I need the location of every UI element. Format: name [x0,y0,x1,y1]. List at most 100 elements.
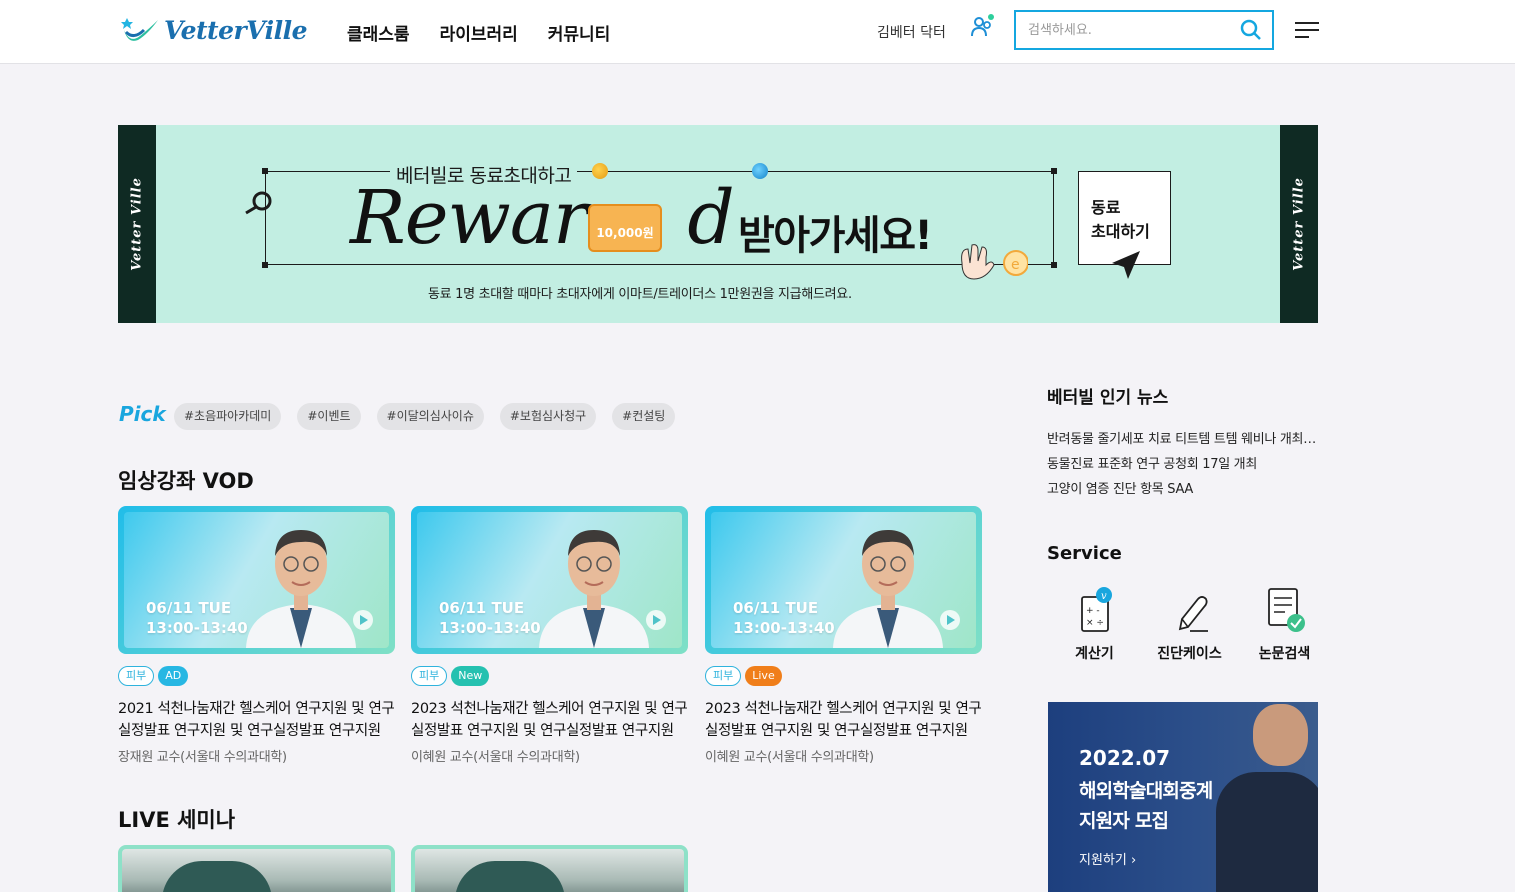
service-calculator[interactable]: + - × ÷ v 계산기 [1047,585,1142,663]
hand-icon: e [961,244,1028,280]
pick-label: Pick [119,402,166,426]
service-diagnosis-case[interactable]: 진단케이스 [1142,585,1237,663]
nav-classroom[interactable]: 클래스룸 [347,20,410,45]
user-name[interactable]: 김베터 닥터 [877,22,946,42]
reward-right: d [687,175,734,261]
vod-date-time: 13:00-13:40 [439,619,541,637]
invite-line-2: 초대하기 [1091,222,1150,241]
search-input[interactable] [1028,20,1228,40]
top-header: VetterVille 클래스룸 라이브러리 커뮤니티 김베터 닥터 [0,0,1515,64]
vod-section-title: 임상강좌 VOD [118,469,254,493]
vod-title[interactable]: 2021 석천나눔재간 헬스케어 연구지원 및 연구실정발표 연구지원 및 연구… [118,698,395,742]
pencil-icon [1178,596,1208,632]
promo-person-suit [1216,772,1318,892]
popular-news-list: 반려동물 줄기세포 치료 티트템 트템 웨비나 개최 안내 동물진료 표준화 연… [1047,430,1319,505]
users-icon[interactable] [970,14,996,40]
service-shortcuts: + - × ÷ v 계산기 진단케이스 논문검색 [1047,585,1332,663]
service-paper-search[interactable]: 논문검색 [1237,585,1332,663]
popular-news-title: 베터빌 인기 뉴스 [1047,388,1169,408]
logo[interactable]: VetterVille [120,12,308,48]
search-box [1014,10,1274,50]
news-item[interactable]: 고양이 염증 진단 항목 SAA [1047,480,1319,505]
logo-text: VetterVille [164,15,308,45]
tag-chip[interactable]: #보험심사청구 [499,403,597,430]
invite-line-1: 동료 [1091,198,1121,217]
pick-tags: #초음파아카데미 #이벤트 #이달의심사이슈 #보험심사청구 #컨설팅 [174,403,676,430]
banner-right-strip: Vetter Ville [1280,125,1318,323]
promo-year: 2022.07 [1079,746,1171,770]
vod-thumbnail[interactable]: 06/11 TUE 13:00-13:40 [118,506,395,654]
banner-reward-word: Rewar d [350,175,735,261]
svg-text:+ -: + - [1086,606,1100,616]
svg-text:v: v [1101,591,1107,602]
vod-date-time: 13:00-13:40 [146,619,248,637]
vod-date-day: 06/11 TUE [439,599,525,617]
vod-author: 이혜원 교수(서울대 수의과대학) [411,750,580,765]
vod-date-day: 06/11 TUE [146,599,232,617]
main-nav: 클래스룸 라이브러리 커뮤니티 [347,20,610,45]
nav-community[interactable]: 커뮤니티 [548,20,611,45]
calculator-icon: + - × ÷ v [1080,587,1112,632]
nav-library[interactable]: 라이브러리 [440,20,518,45]
news-item[interactable]: 반려동물 줄기세포 치료 티트템 트템 웨비나 개최 안내 [1047,430,1319,455]
document-check-icon [1267,588,1305,632]
invite-reward-banner[interactable]: Vetter Ville Vetter Ville 베터빌로 동료초대하고 Re… [118,125,1318,323]
vod-thumbnail[interactable]: 06/11 TUE 13:00-13:40 [705,506,982,654]
category-badge: 피부 [411,666,448,686]
promo-apply-link[interactable]: 지원하기 › [1079,849,1136,868]
reward-left: Rewar [350,175,588,261]
magnifier-icon [245,191,272,215]
doctor-portrait [539,530,649,648]
category-badge: 피부 [705,666,742,686]
doctor-portrait [246,530,356,648]
voucher-amount: 10,000원 [596,226,654,240]
svg-text:e: e [1011,257,1020,273]
promo-line-2: 지원자 모집 [1079,810,1169,832]
vod-title[interactable]: 2023 석천나눔재간 헬스케어 연구지원 및 연구실정발표 연구지원 및 연구… [705,698,982,742]
live-section-title: LIVE 세미나 [118,808,236,832]
banner-big-text: 받아가세요! [738,213,933,259]
vod-date: 06/11 TUE 13:00-13:40 [439,598,541,638]
vod-date-time: 13:00-13:40 [733,619,835,637]
hamburger-menu-icon[interactable] [1294,21,1320,39]
live-seminar-card[interactable] [118,845,395,892]
play-icon[interactable] [646,610,666,630]
doctor-portrait [833,530,943,648]
search-icon[interactable] [1240,19,1262,41]
vod-date: 06/11 TUE 13:00-13:40 [146,598,248,638]
vod-thumbnail[interactable]: 06/11 TUE 13:00-13:40 [411,506,688,654]
vod-date-day: 06/11 TUE [733,599,819,617]
status-badge: Live [745,666,782,686]
service-label: 진단케이스 [1157,646,1222,662]
vod-badges: 피부 New [411,666,688,686]
status-badge: AD [158,666,189,686]
logo-mark-icon [121,18,158,41]
tag-chip[interactable]: #초음파아카데미 [174,403,282,430]
service-title: Service [1047,543,1122,564]
category-badge: 피부 [118,666,155,686]
vod-card[interactable]: 06/11 TUE 13:00-13:40 피부 New 2023 석천나눔재간… [411,506,688,765]
service-label: 논문검색 [1258,646,1311,662]
decor-ball [752,163,768,179]
play-icon[interactable] [353,610,373,630]
service-label: 계산기 [1075,646,1114,662]
promo-banner[interactable]: 2022.07 해외학술대회중계 지원자 모집 지원하기 › [1048,702,1318,892]
vod-card[interactable]: 06/11 TUE 13:00-13:40 피부 AD 2021 석천나눔재간 … [118,506,395,765]
promo-line-1: 해외학술대회중계 [1079,780,1213,802]
tag-chip[interactable]: #컨설팅 [612,403,676,430]
vod-date: 06/11 TUE 13:00-13:40 [733,598,835,638]
tag-chip[interactable]: #이벤트 [297,403,361,430]
vod-card[interactable]: 06/11 TUE 13:00-13:40 피부 Live 2023 석천나눔재… [705,506,982,765]
strip-text: Vetter Ville [129,177,145,271]
voucher-card: 10,000원 [588,204,662,252]
vod-title[interactable]: 2023 석천나눔재간 헬스케어 연구지원 및 연구실정발표 연구지원 및 연구… [411,698,688,742]
promo-person-head [1253,704,1308,766]
vod-badges: 피부 AD [118,666,395,686]
banner-sub-text: 동료 1명 초대할 때마다 초대자에게 이마트/트레이더스 1만원권을 지급해드… [428,287,852,302]
live-seminar-card[interactable] [411,845,688,892]
tag-chip[interactable]: #이달의심사이슈 [376,403,484,430]
news-item[interactable]: 동물진료 표준화 연구 공청회 17일 개최 [1047,455,1319,480]
strip-text: Vetter Ville [1291,177,1307,271]
play-icon[interactable] [940,610,960,630]
svg-text:× ÷: × ÷ [1086,618,1104,628]
